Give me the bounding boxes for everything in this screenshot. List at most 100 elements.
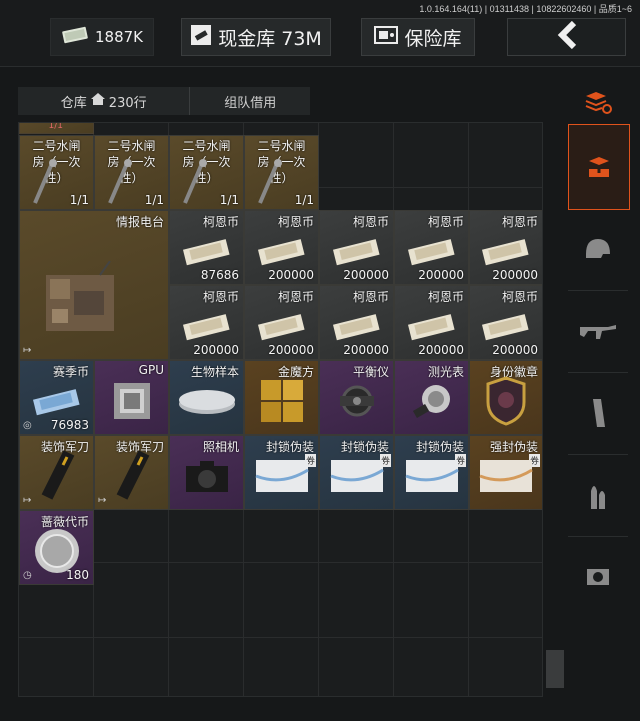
inbox-download-icon bbox=[589, 157, 609, 177]
banknote-stack-icon bbox=[332, 314, 380, 341]
clock-icon: ◷ bbox=[23, 570, 32, 581]
inventory-item[interactable]: 柯恩币 200000 bbox=[319, 210, 394, 285]
item-name: 封锁伪装 bbox=[415, 440, 464, 454]
inventory-item[interactable]: 柯恩币 200000 bbox=[319, 285, 394, 360]
item-count: 1/1 bbox=[294, 193, 314, 207]
inventory-item[interactable]: 装饰军刀 ↦ bbox=[94, 435, 169, 510]
home-icon bbox=[90, 93, 105, 109]
item-name: 柯恩币 bbox=[501, 290, 538, 304]
inventory-item[interactable]: GPU bbox=[94, 360, 169, 435]
inventory-item[interactable]: 封锁伪装 券 bbox=[244, 435, 319, 510]
category-attachment[interactable] bbox=[568, 536, 628, 618]
blue-banknote-icon bbox=[32, 389, 80, 416]
inventory-item[interactable]: 封锁伪装 券 bbox=[319, 435, 394, 510]
sort-refresh-button[interactable] bbox=[568, 80, 628, 125]
inventory-item[interactable]: 柯恩币 87686 bbox=[169, 210, 244, 285]
light-meter-icon bbox=[412, 385, 450, 419]
item-name: 柯恩币 bbox=[352, 215, 389, 229]
inventory-item[interactable]: 二号水闸房（一次性） 1/1 bbox=[169, 135, 244, 210]
export-icon: ↦ bbox=[23, 495, 32, 506]
banknote-stack-icon bbox=[332, 239, 380, 266]
item-name: 封锁伪装 bbox=[265, 440, 314, 454]
cash-vault-button[interactable]: 现金库 73M bbox=[181, 18, 331, 56]
inventory-item[interactable]: 身份徽章 bbox=[469, 360, 542, 435]
gyroscope-icon bbox=[339, 385, 374, 417]
helmet-icon bbox=[586, 239, 610, 258]
item-name: 柯恩币 bbox=[501, 215, 538, 229]
inventory-item[interactable]: 生物样本 bbox=[169, 360, 244, 435]
category-all[interactable] bbox=[568, 124, 630, 210]
row-count: 230行 bbox=[108, 95, 147, 111]
item-name: 柯恩币 bbox=[427, 215, 464, 229]
inventory-item[interactable]: 柯恩币 200000 bbox=[244, 285, 319, 360]
item-count: 87686 bbox=[200, 268, 239, 282]
item-count: 200000 bbox=[268, 343, 314, 357]
envelope-icon bbox=[404, 460, 459, 493]
tab-warehouse-label: 仓库 bbox=[60, 95, 87, 111]
inventory-item[interactable]: 蔷薇代币 ◷ 180 bbox=[19, 510, 94, 585]
item-count: 200000 bbox=[193, 343, 239, 357]
item-name: 照相机 bbox=[202, 440, 239, 454]
safe-icon bbox=[374, 25, 399, 50]
export-icon: ↦ bbox=[23, 345, 32, 356]
inventory-item[interactable]: 二号水闸房（一次性） 1/1 bbox=[94, 135, 169, 210]
item-count: 200000 bbox=[492, 268, 538, 282]
partial-item-count: 1/1 bbox=[48, 122, 63, 131]
inventory-item[interactable]: 测光表 bbox=[394, 360, 469, 435]
banknote-stack-icon bbox=[182, 314, 230, 341]
inventory-item[interactable]: 平衡仪 bbox=[319, 360, 394, 435]
safe-vault-button[interactable]: 保险库 bbox=[361, 18, 475, 56]
inventory-item-large[interactable]: 情报电台 ↦ bbox=[19, 210, 169, 360]
category-ammo[interactable] bbox=[568, 454, 628, 537]
category-sidebar bbox=[568, 80, 630, 700]
tab-team-loan[interactable]: 组队借用 bbox=[190, 87, 310, 115]
camera-icon bbox=[185, 461, 228, 493]
inventory-item[interactable]: 装饰军刀 ↦ bbox=[19, 435, 94, 510]
inventory-item[interactable]: 柯恩币 200000 bbox=[169, 285, 244, 360]
inventory-item[interactable]: 照相机 bbox=[169, 435, 244, 510]
item-count: 200000 bbox=[418, 343, 464, 357]
inventory-item[interactable]: 金魔方 bbox=[244, 360, 319, 435]
banknote-stack-icon bbox=[407, 239, 455, 266]
banknote-stack-icon bbox=[481, 239, 529, 266]
inventory-item[interactable]: 柯恩币 200000 bbox=[469, 285, 542, 360]
inventory-item[interactable]: 柯恩币 200000 bbox=[394, 210, 469, 285]
item-count: 1/1 bbox=[144, 193, 164, 207]
item-count: 1/1 bbox=[69, 193, 89, 207]
category-helmet[interactable] bbox=[568, 208, 628, 291]
inventory-item[interactable]: 强封伪装 券 bbox=[469, 435, 542, 510]
tab-warehouse[interactable]: 仓库 230行 bbox=[18, 87, 191, 115]
inventory-item[interactable]: 封锁伪装 券 bbox=[394, 435, 469, 510]
key-icon bbox=[33, 159, 57, 204]
coin-small-icon: ◎ bbox=[23, 420, 32, 431]
scope-icon bbox=[587, 569, 609, 585]
inventory-item[interactable]: 二号水闸房（一次性） 1/1 bbox=[19, 135, 94, 210]
cash-display[interactable]: 1887K bbox=[50, 18, 154, 56]
top-bar: 1.0.164.164(11) | 01311438 | 10822602460… bbox=[0, 0, 640, 66]
back-button[interactable] bbox=[507, 18, 626, 56]
banknote-stack-icon bbox=[481, 314, 529, 341]
item-count: 76983 bbox=[50, 418, 89, 432]
key-icon bbox=[108, 159, 132, 204]
item-name: 柯恩币 bbox=[277, 290, 314, 304]
tab-bar: 仓库 230行 组队借用 bbox=[18, 87, 310, 115]
inventory-item[interactable]: 柯恩币 200000 bbox=[244, 210, 319, 285]
partial-item-top[interactable]: 1/1 bbox=[19, 122, 94, 134]
inventory-item[interactable]: 柯恩币 200000 bbox=[394, 285, 469, 360]
vault-icon bbox=[190, 24, 212, 51]
knife-icon bbox=[41, 450, 74, 500]
scrollbar-thumb[interactable] bbox=[546, 650, 564, 688]
inventory-item[interactable]: 赛季币 ◎ 76983 bbox=[19, 360, 94, 435]
category-magazine[interactable] bbox=[568, 372, 628, 455]
export-icon: ↦ bbox=[98, 495, 107, 506]
item-name: 赛季币 bbox=[52, 365, 89, 379]
inventory-item[interactable]: 二号水闸房（一次性） 1/1 bbox=[244, 135, 319, 210]
item-name: GPU bbox=[138, 363, 164, 377]
category-weapon[interactable] bbox=[568, 290, 628, 373]
key-icon bbox=[258, 159, 282, 204]
item-name: 柯恩币 bbox=[427, 290, 464, 304]
inventory-item[interactable]: 柯恩币 200000 bbox=[469, 210, 542, 285]
envelope-icon bbox=[479, 460, 533, 493]
item-count: 1/1 bbox=[219, 193, 239, 207]
banknote-stack-icon bbox=[257, 314, 305, 341]
